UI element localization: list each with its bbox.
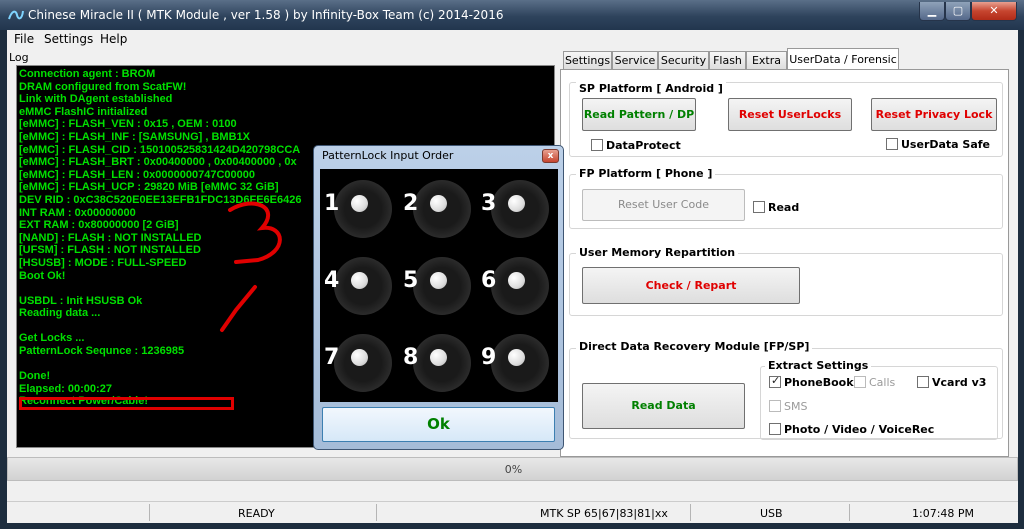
- pattern-node[interactable]: 9: [481, 328, 551, 398]
- tab-userdata-forensic[interactable]: UserData / Forensic: [787, 48, 899, 70]
- node-dot-icon: [430, 195, 447, 212]
- calls-checkbox[interactable]: [854, 376, 866, 388]
- node-dot-icon: [351, 195, 368, 212]
- status-divider: [149, 504, 150, 521]
- patternlock-dialog: PatternLock Input Order x 1 2 3 4 5 6 7 …: [313, 145, 564, 450]
- calls-label: Calls: [869, 376, 896, 389]
- minimize-button[interactable]: ▁: [919, 2, 945, 21]
- status-divider: [690, 504, 691, 521]
- media-label: Photo / Video / VoiceRec: [784, 423, 935, 436]
- tab-settings[interactable]: Settings: [563, 51, 612, 70]
- phonebook-checkbox[interactable]: [769, 374, 781, 388]
- node-number: 7: [324, 345, 340, 370]
- node-number: 4: [324, 268, 340, 293]
- pattern-grid: 1 2 3 4 5 6 7 8 9: [320, 169, 558, 402]
- read-label: Read: [768, 201, 800, 214]
- status-time: 1:07:48 PM: [912, 507, 975, 520]
- ok-button[interactable]: Ok: [322, 407, 555, 442]
- reset-privacy-lock-button[interactable]: Reset Privacy Lock: [871, 98, 997, 131]
- node-number: 9: [481, 345, 497, 370]
- log-line: DRAM configured from ScatFW!: [19, 80, 187, 93]
- reset-user-code-button[interactable]: Reset User Code: [582, 189, 745, 221]
- progress-text: 0%: [504, 463, 523, 476]
- pattern-node[interactable]: 5: [403, 251, 473, 321]
- dataprotect-checkbox[interactable]: [591, 139, 603, 151]
- node-number: 2: [403, 191, 419, 216]
- read-pattern-button[interactable]: Read Pattern / DP: [582, 98, 696, 131]
- extract-settings-title: Extract Settings: [765, 359, 872, 372]
- tab-security[interactable]: Security: [658, 51, 709, 70]
- menu-file[interactable]: File: [14, 32, 34, 46]
- pattern-node[interactable]: 3: [481, 174, 551, 244]
- dialog-close-button[interactable]: x: [542, 149, 559, 163]
- sms-label: SMS: [784, 400, 808, 413]
- status-state: READY: [238, 507, 275, 520]
- status-port: USB: [760, 507, 783, 520]
- maximize-button[interactable]: ▢: [945, 2, 971, 21]
- dataprotect-label: DataProtect: [606, 139, 681, 152]
- pattern-node[interactable]: 7: [324, 328, 394, 398]
- userdata-forensic-panel: SP Platform [ Android ] Read Pattern / D…: [560, 69, 1009, 457]
- menu-bar: File Settings Help: [7, 30, 1018, 49]
- tab-service[interactable]: Service: [612, 51, 658, 70]
- fp-platform-title: FP Platform [ Phone ]: [576, 167, 716, 180]
- tab-flash[interactable]: Flash: [709, 51, 746, 70]
- log-line: eMMC FlashIC initialized: [19, 105, 148, 118]
- data-recovery-title: Direct Data Recovery Module [FP/SP]: [576, 340, 813, 353]
- node-number: 5: [403, 268, 419, 293]
- handwritten-annotation: [220, 201, 282, 332]
- node-number: 3: [481, 191, 497, 216]
- userdata-safe-checkbox[interactable]: [886, 138, 898, 150]
- window-title: Chinese Miracle II ( MTK Module , ver 1.…: [28, 8, 504, 22]
- dialog-title: PatternLock Input Order: [322, 149, 454, 162]
- status-platform: MTK SP 65|67|83|81|xx: [540, 507, 668, 520]
- highlight-box: [19, 397, 234, 410]
- node-dot-icon: [351, 349, 368, 366]
- status-bar: READY MTK SP 65|67|83|81|xx USB 1:07:48 …: [7, 501, 1018, 523]
- vcard-checkbox[interactable]: [917, 376, 929, 388]
- node-dot-icon: [351, 272, 368, 289]
- app-logo-icon: [8, 10, 24, 20]
- node-dot-icon: [508, 349, 525, 366]
- phonebook-label: PhoneBook: [784, 376, 854, 389]
- node-dot-icon: [508, 272, 525, 289]
- user-memory-title: User Memory Repartition: [576, 246, 739, 259]
- menu-settings[interactable]: Settings: [44, 32, 93, 46]
- reset-userlocks-button[interactable]: Reset UserLocks: [728, 98, 852, 131]
- pattern-node[interactable]: 1: [324, 174, 394, 244]
- log-line: [eMMC] : FLASH_INF : [SAMSUNG] , BMB1X: [19, 130, 250, 143]
- sms-checkbox[interactable]: [769, 400, 781, 412]
- read-data-button[interactable]: Read Data: [582, 383, 745, 429]
- progress-bar: 0%: [7, 457, 1018, 481]
- menu-help[interactable]: Help: [100, 32, 127, 46]
- status-divider: [849, 504, 850, 521]
- close-button[interactable]: ✕: [971, 2, 1017, 21]
- sp-platform-title: SP Platform [ Android ]: [576, 82, 726, 95]
- check-repart-button[interactable]: Check / Repart: [582, 267, 800, 304]
- pattern-node[interactable]: 8: [403, 328, 473, 398]
- log-line: Link with DAgent established: [19, 93, 173, 106]
- title-bar[interactable]: Chinese Miracle II ( MTK Module , ver 1.…: [0, 0, 1024, 30]
- node-number: 6: [481, 268, 497, 293]
- node-dot-icon: [430, 272, 447, 289]
- log-label: Log: [9, 51, 29, 64]
- media-checkbox[interactable]: [769, 423, 781, 435]
- pattern-node[interactable]: 4: [324, 251, 394, 321]
- pattern-node[interactable]: 2: [403, 174, 473, 244]
- node-dot-icon: [430, 349, 447, 366]
- vcard-label: Vcard v3: [932, 376, 987, 389]
- userdata-safe-label: UserData Safe: [901, 138, 991, 151]
- node-dot-icon: [508, 195, 525, 212]
- pattern-node[interactable]: 6: [481, 251, 551, 321]
- log-line: Connection agent : BROM: [19, 68, 156, 80]
- node-number: 1: [324, 191, 340, 216]
- tab-extra[interactable]: Extra: [746, 51, 787, 70]
- status-divider: [376, 504, 377, 521]
- log-line: [eMMC] : FLASH_VEN : 0x15 , OEM : 0100: [19, 118, 237, 131]
- read-checkbox[interactable]: [753, 201, 765, 213]
- node-number: 8: [403, 345, 419, 370]
